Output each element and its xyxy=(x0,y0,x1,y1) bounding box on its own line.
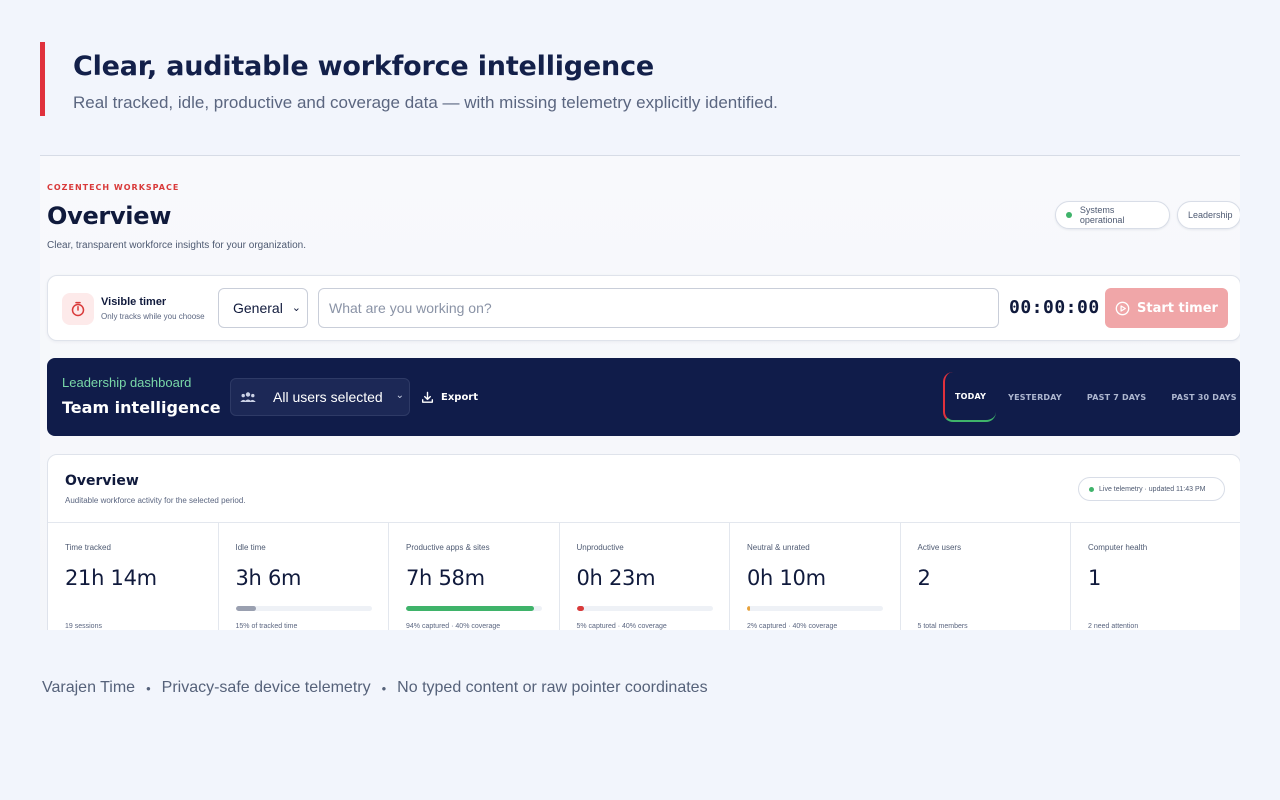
stat-value: 0h 10m xyxy=(747,566,826,590)
live-dot-icon xyxy=(1089,486,1094,492)
stat-productive: Productive apps & sites 7h 58m 94% captu… xyxy=(389,523,560,630)
footer-no-typed-content: No typed content or raw pointer coordina… xyxy=(397,679,708,696)
footer: Varajen Time • Privacy-safe device telem… xyxy=(42,679,708,697)
hero-subtitle: Real tracked, idle, productive and cover… xyxy=(73,93,778,112)
stat-progress-bar xyxy=(406,606,542,611)
tab-past-7-days[interactable]: PAST 7 DAYS xyxy=(1087,372,1147,422)
export-button[interactable]: Export xyxy=(421,386,478,408)
live-telemetry-label: Live telemetry · updated 11:43 PM xyxy=(1099,485,1206,493)
tab-past-30-days[interactable]: PAST 30 DAYS xyxy=(1171,372,1236,422)
play-circle-icon xyxy=(1115,301,1130,315)
stat-progress-fill xyxy=(406,606,534,611)
stat-computer-health: Computer health 1 2 need attention xyxy=(1071,523,1240,630)
stat-note: 2% captured · 40% coverage xyxy=(747,623,838,630)
chevron-down-icon: ⌄ xyxy=(291,302,301,314)
stat-note: 19 sessions xyxy=(65,623,102,630)
download-icon xyxy=(421,391,434,403)
stat-label: Time tracked xyxy=(65,543,111,552)
footer-separator: • xyxy=(146,680,151,696)
workspace-label: COZENTECH WORKSPACE xyxy=(47,183,180,192)
stat-note: 2 need attention xyxy=(1088,623,1139,630)
stat-progress-fill xyxy=(576,606,584,611)
stat-label: Computer health xyxy=(1088,543,1148,552)
stat-value: 2 xyxy=(917,566,931,590)
app-screenshot: COZENTECH WORKSPACE Overview Clear, tran… xyxy=(40,155,1240,630)
page-title: Overview xyxy=(47,202,172,230)
users-group-icon xyxy=(240,392,256,402)
overview-card-title: Overview xyxy=(65,473,139,489)
hero-header: Clear, auditable workforce intelligence … xyxy=(40,42,940,116)
overview-card: Overview Auditable workforce activity fo… xyxy=(47,454,1240,630)
stat-note: 5% captured · 40% coverage xyxy=(576,623,667,630)
stat-time-tracked: Time tracked 21h 14m 19 sessions xyxy=(48,523,219,630)
export-label: Export xyxy=(441,391,479,403)
chevron-down-icon: ⌄ xyxy=(395,390,404,401)
tab-today[interactable]: TODAY xyxy=(943,372,997,422)
leadership-bar: Leadership dashboard Team intelligence A… xyxy=(47,358,1240,436)
footer-privacy: Privacy-safe device telemetry xyxy=(161,679,371,696)
users-filter-label: All users selected xyxy=(273,389,383,405)
stopwatch-icon xyxy=(62,293,94,325)
stats-row: Time tracked 21h 14m 19 sessions Idle ti… xyxy=(48,522,1240,630)
start-timer-button[interactable]: Start timer xyxy=(1105,288,1228,328)
stat-progress-bar xyxy=(747,606,883,611)
stat-active-users: Active users 2 5 total members xyxy=(901,523,1071,630)
role-label: Leadership xyxy=(1188,210,1233,220)
stat-progress-bar xyxy=(576,606,713,611)
stat-progress-fill xyxy=(235,606,256,611)
dashboard-title: Team intelligence xyxy=(62,398,221,417)
stat-note: 15% of tracked time xyxy=(235,623,298,630)
stat-neutral: Neutral & unrated 0h 10m 2% captured · 4… xyxy=(730,523,901,630)
stat-unproductive: Unproductive 0h 23m 5% captured · 40% co… xyxy=(560,523,730,630)
hero-title: Clear, auditable workforce intelligence xyxy=(73,51,654,82)
category-select[interactable]: General ⌄ xyxy=(218,288,308,328)
page-subtitle: Clear, transparent workforce insights fo… xyxy=(47,240,307,251)
period-tabs: TODAY YESTERDAY PAST 7 DAYS PAST 30 DAYS xyxy=(943,372,1237,422)
stat-label: Active users xyxy=(917,543,962,552)
start-timer-label: Start timer xyxy=(1137,300,1218,316)
stat-value: 0h 23m xyxy=(576,566,656,590)
stat-label: Productive apps & sites xyxy=(406,543,490,552)
timer-clock: 00:00:00 xyxy=(1009,297,1100,318)
system-status-badge: Systems operational xyxy=(1055,201,1170,229)
overview-card-subtitle: Auditable workforce activity for the sel… xyxy=(65,496,246,505)
stat-value: 21h 14m xyxy=(65,566,157,590)
category-value: General xyxy=(233,300,283,316)
dashboard-kicker: Leadership dashboard xyxy=(62,375,192,390)
footer-separator: • xyxy=(381,680,387,696)
stat-progress-fill xyxy=(747,606,750,611)
role-switch-button[interactable]: Leadership xyxy=(1177,201,1240,229)
stat-label: Idle time xyxy=(235,543,266,552)
system-status-label: Systems operational xyxy=(1079,205,1125,225)
stat-value: 7h 58m xyxy=(406,566,485,590)
stat-note: 5 total members xyxy=(917,623,968,630)
stat-value: 3h 6m xyxy=(235,566,302,590)
live-telemetry-badge: Live telemetry · updated 11:43 PM xyxy=(1078,477,1225,501)
users-filter-select[interactable]: All users selected ⌄ xyxy=(230,378,410,416)
stat-progress-bar xyxy=(235,606,372,611)
task-input[interactable] xyxy=(318,288,999,328)
timer-note: Only tracks while you choose xyxy=(101,312,205,321)
timer-bar: Visible timer Only tracks while you choo… xyxy=(47,275,1240,341)
footer-brand: Varajen Time xyxy=(42,679,136,696)
tab-yesterday[interactable]: YESTERDAY xyxy=(1008,372,1062,422)
timer-title: Visible timer xyxy=(101,296,167,308)
status-dot-icon xyxy=(1066,212,1072,218)
stat-idle-time: Idle time 3h 6m 15% of tracked time xyxy=(219,523,389,630)
stat-label: Neutral & unrated xyxy=(747,543,810,552)
stat-value: 1 xyxy=(1088,566,1102,590)
stat-label: Unproductive xyxy=(576,543,624,552)
stat-note: 94% captured · 40% coverage xyxy=(406,623,501,630)
